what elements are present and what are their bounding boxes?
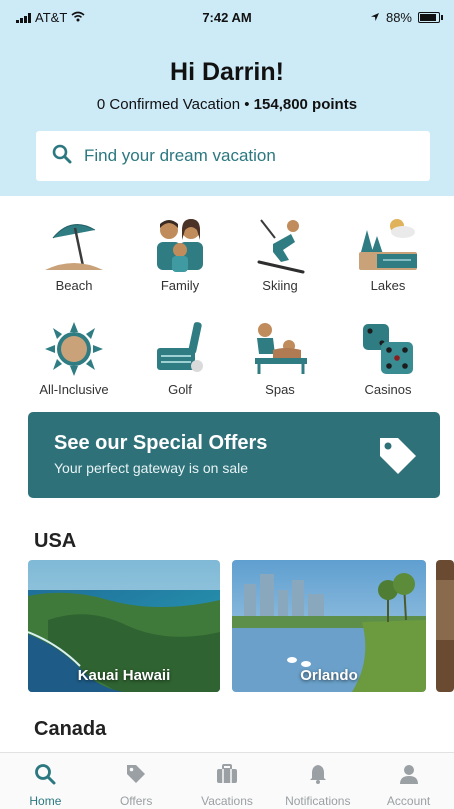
spa-massage-icon (255, 323, 307, 374)
search-icon (52, 144, 72, 169)
tag-icon (376, 434, 418, 481)
category-casinos[interactable]: Casinos (340, 320, 436, 397)
destination-card-kauai[interactable]: Kauai Hawaii (28, 560, 220, 692)
category-label: Skiing (262, 278, 298, 293)
tab-offers[interactable]: Offers (91, 753, 182, 809)
tab-vacations[interactable]: Vacations (182, 753, 273, 809)
tab-account[interactable]: Account (363, 753, 454, 809)
section-title-usa: USA (34, 530, 77, 552)
section-title-canada: Canada (34, 718, 107, 740)
category-label: Casinos (364, 382, 412, 397)
skier-icon (257, 219, 305, 274)
battery-icon (418, 12, 443, 23)
category-skiing[interactable]: Skiing (232, 216, 328, 293)
category-spas[interactable]: Spas (232, 320, 328, 397)
destination-card-partial[interactable] (436, 560, 454, 692)
category-beach[interactable]: Beach (26, 216, 122, 293)
tab-home[interactable]: Home (0, 753, 91, 809)
category-lakes[interactable]: Lakes (340, 216, 436, 293)
battery-percent: 88% (385, 10, 412, 25)
header: AT&T 7:42 AM 88% Hi Darrin! 0 Confirmed … (0, 0, 454, 196)
category-label: Beach (55, 278, 93, 293)
lake-icon (359, 219, 417, 270)
status-bar: AT&T 7:42 AM 88% (0, 8, 454, 30)
golf-cart-icon (157, 322, 203, 372)
tab-label: Notifications (285, 794, 351, 808)
tab-label: Account (386, 794, 431, 808)
search-input[interactable]: Find your dream vacation (36, 131, 430, 181)
bell-icon (307, 765, 329, 789)
separator-dot: • (244, 96, 250, 113)
offer-subtitle: Your perfect gateway is on sale (54, 460, 249, 476)
destination-name: Kauai Hawaii (77, 667, 171, 684)
category-family[interactable]: Family (132, 216, 228, 293)
offer-title: See our Special Offers (54, 432, 268, 454)
destination-name: Orlando (300, 667, 358, 684)
category-label: Golf (168, 382, 192, 397)
destination-card-orlando[interactable]: Orlando (232, 560, 426, 692)
tab-label: Vacations (201, 794, 253, 808)
search-placeholder: Find your dream vacation (84, 146, 276, 165)
points-balance: 154,800 points (253, 96, 358, 113)
category-label: All-Inclusive (39, 382, 109, 397)
category-label: Lakes (370, 278, 406, 293)
location-arrow-icon (370, 10, 380, 25)
confirmed-vacations: 0 Confirmed Vacation (96, 96, 241, 113)
search-icon (34, 764, 56, 789)
dice-icon (363, 324, 413, 374)
tab-notifications[interactable]: Notifications (272, 753, 363, 809)
vacation-points-summary: 0 Confirmed Vacation • 154,800 points (0, 96, 454, 113)
bottom-tab-bar: Home Offers Vacations Notifications Acco… (0, 752, 454, 809)
person-icon (398, 765, 420, 789)
suitcase-icon (215, 764, 239, 789)
partial-photo (436, 560, 454, 692)
tag-icon (125, 765, 147, 789)
beach-umbrella-icon (45, 224, 103, 270)
category-label: Spas (265, 382, 295, 397)
tab-label: Home (29, 794, 62, 808)
sun-icon (45, 322, 103, 376)
tab-label: Offers (119, 794, 153, 808)
special-offers-banner[interactable]: See our Special Offers Your perfect gate… (28, 412, 440, 498)
category-label: Family (160, 278, 200, 293)
family-icon (157, 219, 203, 272)
category-all-inclusive[interactable]: All-Inclusive (26, 320, 122, 397)
category-golf[interactable]: Golf (132, 320, 228, 397)
greeting-title: Hi Darrin! (170, 58, 284, 86)
